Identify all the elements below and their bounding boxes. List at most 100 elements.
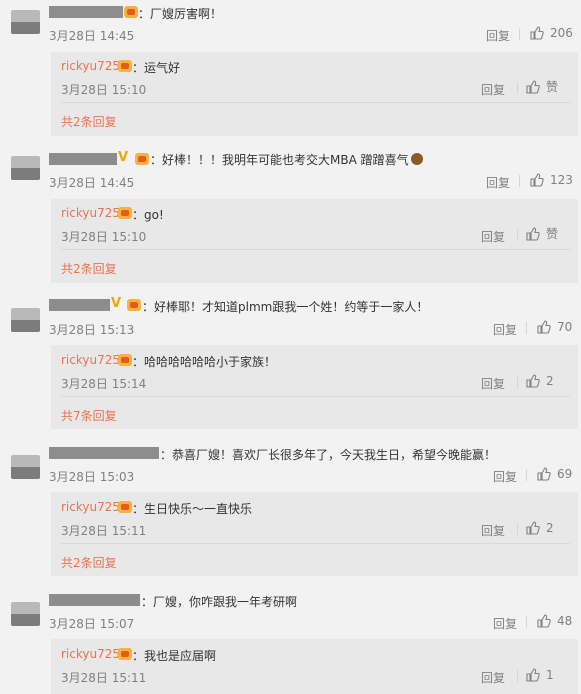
reply-username[interactable]: rickyu725 bbox=[61, 500, 120, 514]
thumbs-up-icon bbox=[526, 668, 540, 682]
avatar[interactable] bbox=[11, 455, 40, 479]
like-button[interactable]: 123 bbox=[530, 173, 580, 187]
like-button[interactable]: 2 bbox=[526, 521, 566, 535]
comment-text: ：厂嫂厉害啊！ bbox=[138, 7, 223, 21]
reply-text: ：哈哈哈哈哈哈小于家族！ bbox=[132, 355, 277, 369]
more-replies-link[interactable]: 共2条回复 bbox=[61, 260, 117, 277]
reply-time: 3月28日 15:10 bbox=[61, 230, 147, 244]
like-count: 1 bbox=[546, 668, 554, 682]
comment-time: 3月28日 15:13 bbox=[49, 323, 135, 337]
redacted-username[interactable] bbox=[49, 594, 140, 606]
reply-button[interactable]: 回复 bbox=[481, 522, 505, 539]
thumbs-up-icon bbox=[537, 467, 551, 481]
reply-button[interactable]: 回复 bbox=[481, 81, 505, 98]
avatar[interactable] bbox=[11, 602, 40, 626]
avatar[interactable] bbox=[11, 308, 40, 332]
divider bbox=[61, 249, 570, 250]
comment-time: 3月28日 15:07 bbox=[49, 617, 135, 631]
reply-button[interactable]: 回复 bbox=[486, 27, 510, 44]
reply-text: ：运气好 bbox=[132, 61, 181, 75]
reply-button[interactable]: 回复 bbox=[486, 174, 510, 191]
divider bbox=[526, 616, 527, 628]
like-button[interactable]: 48 bbox=[537, 614, 577, 628]
reply-time: 3月28日 15:11 bbox=[61, 524, 147, 538]
comment-time: 3月28日 14:45 bbox=[49, 176, 135, 190]
reply-username[interactable]: rickyu725 bbox=[61, 353, 120, 367]
thumbs-up-icon bbox=[537, 320, 551, 334]
comment-text: ：恭喜厂嫂！喜欢厂长很多年了，今天我生日，希望今晚能赢！ bbox=[160, 448, 497, 462]
avatar[interactable] bbox=[11, 156, 40, 180]
vip-v-icon: V bbox=[118, 150, 129, 165]
redacted-username[interactable] bbox=[49, 153, 117, 165]
comment-time: 3月28日 14:45 bbox=[49, 29, 135, 43]
like-count: 206 bbox=[550, 26, 573, 40]
divider bbox=[61, 543, 570, 544]
thumbs-up-icon bbox=[530, 173, 544, 187]
like-button[interactable]: 69 bbox=[537, 467, 577, 481]
user-badge-icon bbox=[118, 354, 132, 366]
reply-username[interactable]: rickyu725 bbox=[61, 647, 120, 661]
like-button[interactable]: 2 bbox=[526, 374, 566, 388]
redacted-username[interactable] bbox=[49, 6, 123, 18]
divider bbox=[519, 175, 520, 187]
like-button[interactable]: 70 bbox=[537, 320, 577, 334]
redacted-username[interactable] bbox=[49, 299, 110, 311]
user-badge-icon bbox=[118, 60, 132, 72]
reply-button[interactable]: 回复 bbox=[493, 615, 517, 632]
like-button[interactable]: 1 bbox=[526, 668, 566, 682]
like-count: 2 bbox=[546, 374, 554, 388]
reply-username[interactable]: rickyu725 bbox=[61, 206, 120, 220]
like-count: 48 bbox=[557, 614, 573, 628]
like-count: 赞 bbox=[546, 80, 559, 94]
divider bbox=[517, 229, 518, 241]
thumbs-up-icon bbox=[526, 521, 540, 535]
reply-text: ：生日快乐～一直快乐 bbox=[132, 502, 253, 516]
reply-button[interactable]: 回复 bbox=[493, 468, 517, 485]
like-count: 69 bbox=[557, 467, 573, 481]
divider bbox=[517, 670, 518, 682]
divider bbox=[61, 396, 570, 397]
user-badge-icon bbox=[118, 501, 132, 513]
like-count: 赞 bbox=[546, 227, 559, 241]
more-replies-link[interactable]: 共7条回复 bbox=[61, 407, 117, 424]
redacted-username[interactable] bbox=[49, 447, 159, 459]
comment-item: ：恭喜厂嫂！喜欢厂长很多年了，今天我生日，希望今晚能赢！ 3月28日 15:03… bbox=[0, 441, 581, 588]
reply-time: 3月28日 15:14 bbox=[61, 377, 147, 391]
reply-button[interactable]: 回复 bbox=[481, 228, 505, 245]
thumbs-up-icon bbox=[526, 374, 540, 388]
reply-time: 3月28日 15:10 bbox=[61, 83, 147, 97]
reply-username[interactable]: rickyu725 bbox=[61, 59, 120, 73]
divider bbox=[517, 376, 518, 388]
user-badge-icon bbox=[124, 6, 138, 18]
reply-panel: rickyu725 ：我也是应届啊 3月28日 15:11 回复 1 bbox=[51, 639, 578, 694]
comment-time: 3月28日 15:03 bbox=[49, 470, 135, 484]
comment-item: ：厂嫂，你咋跟我一年考研啊 3月28日 15:07 回复 48 rickyu72… bbox=[0, 588, 581, 694]
user-badge-icon bbox=[135, 153, 149, 165]
like-button[interactable]: 206 bbox=[530, 26, 580, 40]
user-badge-icon bbox=[118, 648, 132, 660]
thumbs-up-icon bbox=[537, 614, 551, 628]
thumbs-up-icon bbox=[526, 227, 540, 241]
reply-button[interactable]: 回复 bbox=[481, 375, 505, 392]
reply-button[interactable]: 回复 bbox=[481, 669, 505, 686]
thumbs-up-icon bbox=[530, 26, 544, 40]
reply-text: ：我也是应届啊 bbox=[132, 649, 217, 663]
divider bbox=[519, 28, 520, 40]
reply-time: 3月28日 15:11 bbox=[61, 671, 147, 685]
like-button[interactable]: 赞 bbox=[526, 227, 566, 241]
like-count: 70 bbox=[557, 320, 573, 334]
reply-panel: rickyu725 ：go! 3月28日 15:10 回复 赞 共2条回复 bbox=[51, 199, 578, 283]
avatar[interactable] bbox=[11, 10, 40, 34]
monkey-emoji-icon bbox=[410, 153, 423, 165]
user-badge-icon bbox=[118, 207, 132, 219]
user-badge-icon bbox=[127, 299, 141, 311]
vip-v-icon: V bbox=[111, 296, 122, 311]
more-replies-link[interactable]: 共2条回复 bbox=[61, 554, 117, 571]
like-button[interactable]: 赞 bbox=[526, 80, 566, 94]
divider bbox=[526, 322, 527, 334]
comment-text: ：好棒耶！才知道plmm跟我一个姓！约等于一家人！ bbox=[142, 300, 429, 314]
divider bbox=[517, 82, 518, 94]
reply-button[interactable]: 回复 bbox=[493, 321, 517, 338]
more-replies-link[interactable]: 共2条回复 bbox=[61, 113, 117, 130]
divider bbox=[61, 102, 570, 103]
